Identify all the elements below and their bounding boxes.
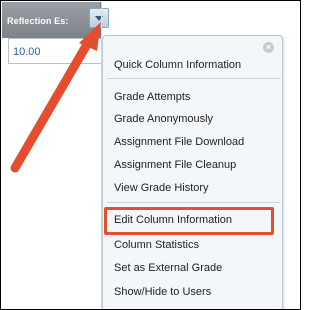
arrow-annotation	[10, 22, 101, 173]
gradebook-frame: Reflection Es: 10.00 × Quick Column Info…	[0, 0, 301, 310]
